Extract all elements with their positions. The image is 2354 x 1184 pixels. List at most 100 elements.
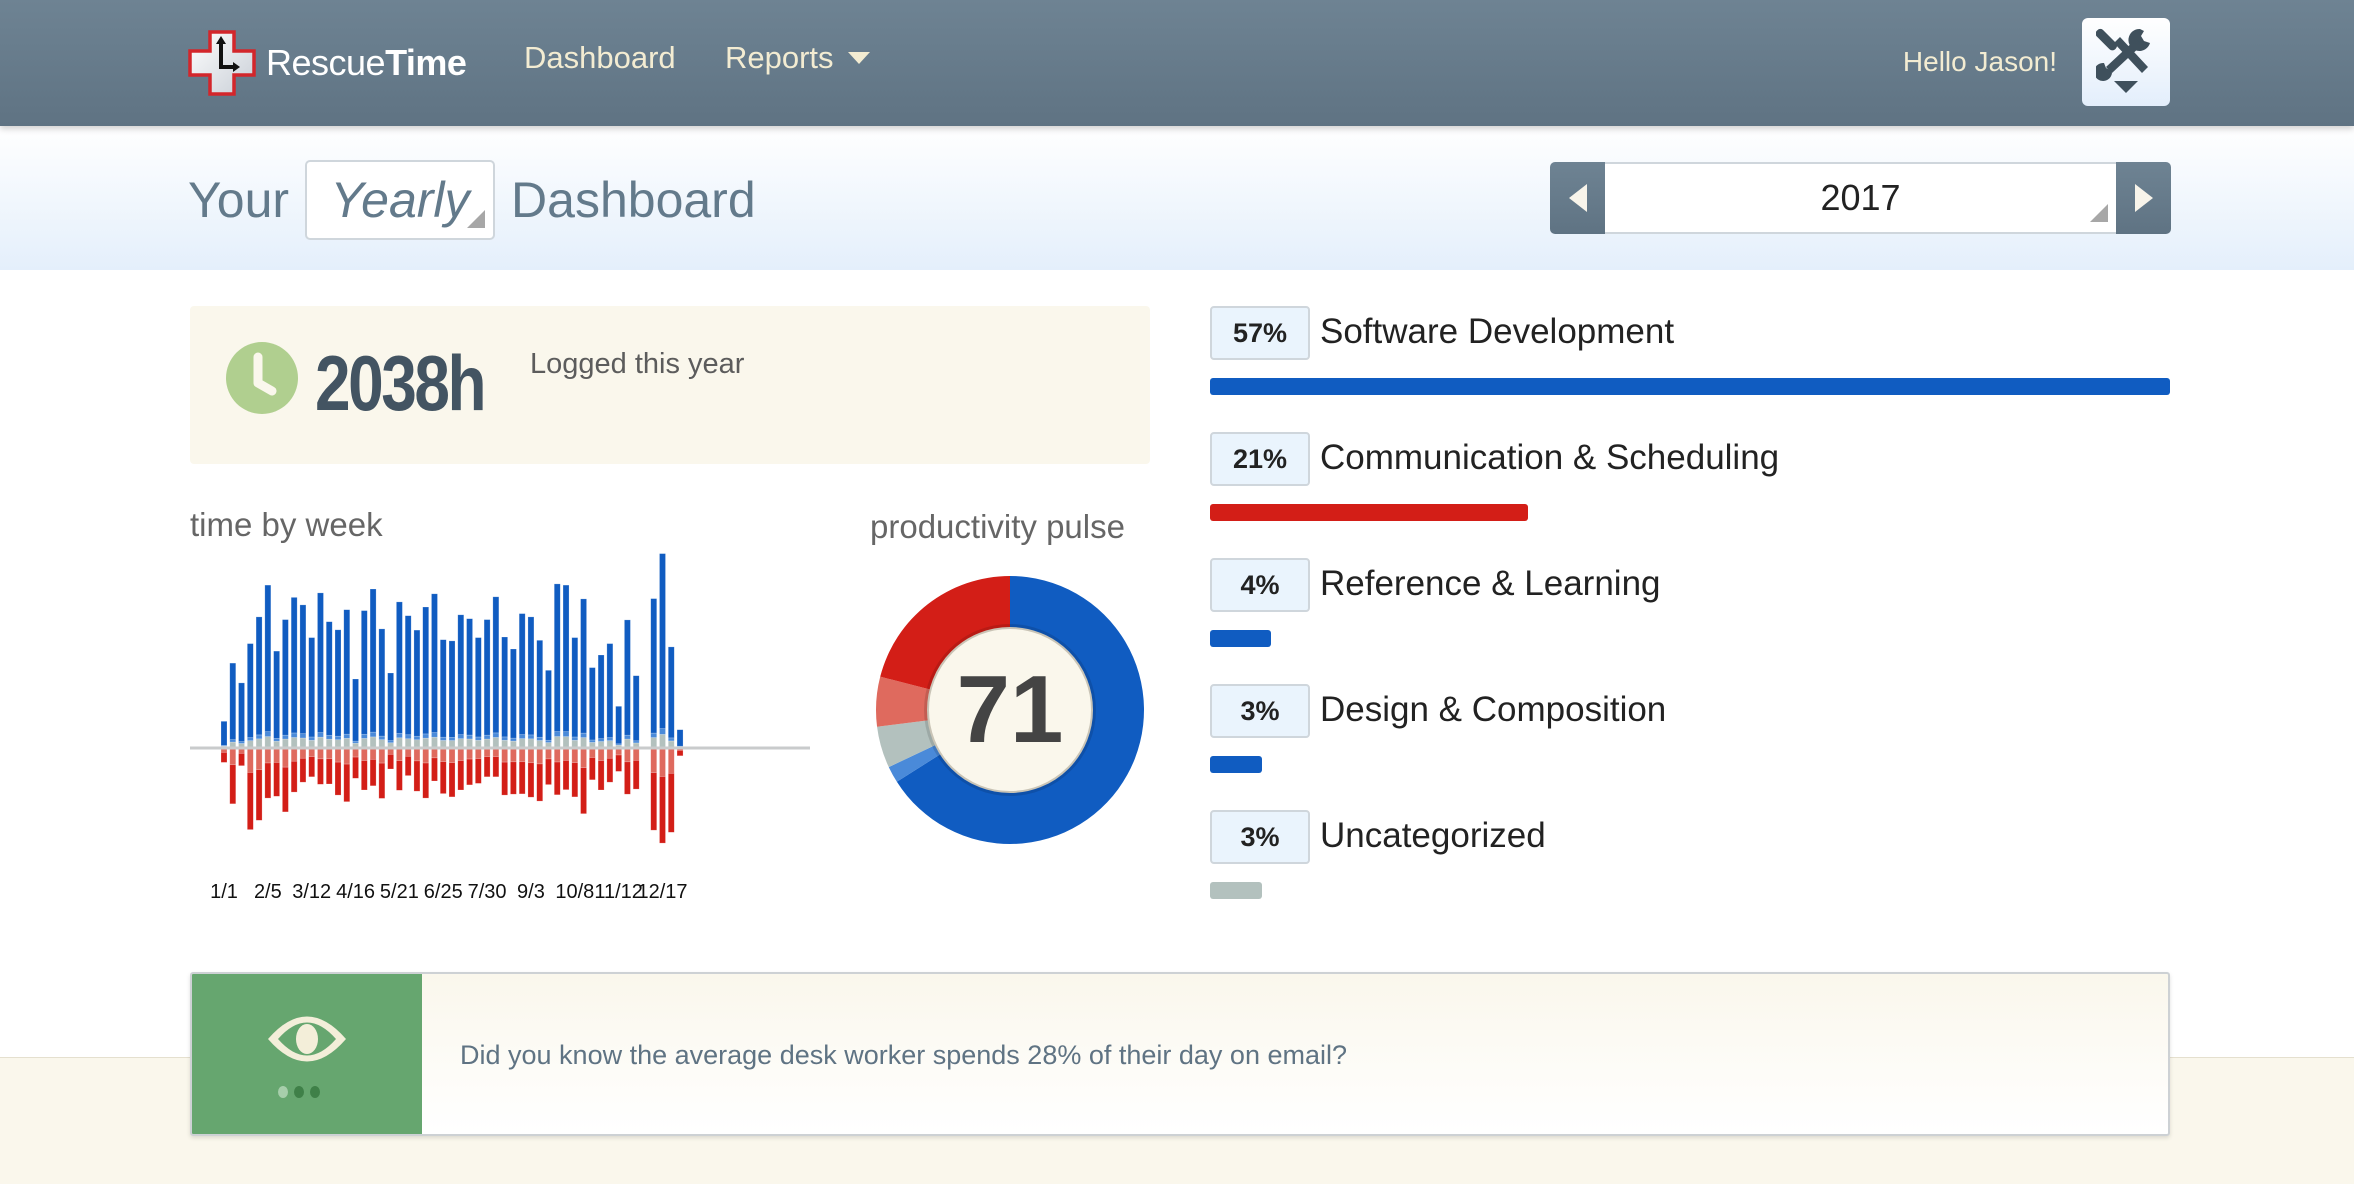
week-bar-very-distracting[interactable]	[255, 769, 263, 821]
week-bar-distracting[interactable]	[290, 747, 298, 762]
week-bar-very-productive[interactable]	[589, 667, 596, 741]
week-bar-very-distracting[interactable]	[615, 754, 622, 772]
week-bar-very-productive[interactable]	[255, 616, 263, 736]
week-bar-very-distracting[interactable]	[597, 760, 605, 791]
week-bar-very-distracting[interactable]	[562, 760, 570, 790]
week-bar-very-distracting[interactable]	[334, 761, 342, 796]
week-bar-neutral[interactable]	[580, 737, 587, 749]
week-bar-very-productive[interactable]	[387, 672, 394, 741]
week-bar-productive[interactable]	[299, 733, 307, 739]
week-bar-productive[interactable]	[527, 734, 535, 740]
week-bar-neutral[interactable]	[553, 736, 561, 749]
week-bar-very-productive[interactable]	[413, 629, 421, 737]
next-year-button[interactable]	[2116, 162, 2171, 234]
week-bar-very-productive[interactable]	[510, 648, 517, 739]
week-bar-very-productive[interactable]	[632, 675, 640, 742]
week-bar-very-productive[interactable]	[624, 619, 631, 736]
week-bar-productive[interactable]	[290, 732, 298, 738]
week-bar-very-productive[interactable]	[518, 613, 526, 735]
week-bar-very-distracting[interactable]	[448, 762, 456, 798]
week-bar-very-distracting[interactable]	[667, 772, 675, 833]
category-name-link[interactable]: Design & Composition	[1320, 690, 1666, 730]
week-bar-very-productive[interactable]	[325, 621, 333, 736]
week-bar-very-distracting[interactable]	[457, 760, 465, 791]
week-bar-distracting[interactable]	[343, 747, 351, 765]
week-bar-distracting[interactable]	[580, 747, 587, 769]
week-bar-very-productive[interactable]	[650, 598, 658, 734]
week-bar-productive[interactable]	[466, 734, 473, 740]
week-bar-productive[interactable]	[518, 734, 526, 739]
week-bar-very-productive[interactable]	[571, 637, 579, 738]
week-bar-distracting[interactable]	[317, 747, 324, 760]
week-bar-very-productive[interactable]	[264, 584, 272, 733]
week-bar-very-distracting[interactable]	[264, 762, 272, 799]
week-bar-very-productive[interactable]	[247, 643, 254, 738]
week-bar-very-productive[interactable]	[475, 637, 482, 738]
week-bar-very-distracting[interactable]	[580, 767, 587, 815]
week-bar-neutral[interactable]	[299, 737, 307, 749]
week-bar-distracting[interactable]	[255, 747, 263, 770]
week-bar-productive[interactable]	[247, 737, 254, 741]
week-bar-very-distracting[interactable]	[238, 753, 245, 766]
category-row[interactable]: 3% Uncategorized	[1210, 810, 2170, 936]
week-bar-productive[interactable]	[317, 732, 324, 738]
week-bar-distracting[interactable]	[457, 747, 465, 761]
week-bar-very-distracting[interactable]	[466, 758, 473, 786]
week-bar-neutral[interactable]	[317, 736, 324, 749]
week-bar-productive[interactable]	[334, 735, 342, 741]
week-bar-very-distracting[interactable]	[545, 758, 552, 785]
week-bar-very-productive[interactable]	[229, 662, 237, 740]
week-bar-very-productive[interactable]	[282, 619, 289, 736]
week-bar-very-productive[interactable]	[439, 639, 447, 738]
tip-page-dot[interactable]	[278, 1086, 288, 1098]
week-bar-very-distracting[interactable]	[247, 772, 254, 830]
week-bar-neutral[interactable]	[650, 737, 658, 749]
week-bar-very-productive[interactable]	[273, 650, 280, 739]
week-bar-very-distracting[interactable]	[325, 758, 333, 785]
week-bar-productive[interactable]	[624, 734, 631, 740]
week-bar-very-distracting[interactable]	[404, 755, 412, 776]
week-bar-very-distracting[interactable]	[439, 761, 447, 794]
week-bar-productive[interactable]	[431, 732, 438, 738]
week-bar-very-distracting[interactable]	[483, 756, 491, 778]
week-bar-distracting[interactable]	[632, 747, 640, 761]
week-bar-distracting[interactable]	[571, 747, 579, 763]
category-name-link[interactable]: Reference & Learning	[1320, 564, 1661, 604]
week-bar-very-distracting[interactable]	[387, 754, 394, 770]
week-bar-very-distracting[interactable]	[282, 766, 289, 813]
week-bar-very-distracting[interactable]	[308, 756, 315, 778]
week-bar-productive[interactable]	[264, 731, 272, 737]
week-bar-distracting[interactable]	[439, 747, 447, 762]
week-bar-very-productive[interactable]	[597, 654, 605, 739]
week-bar-very-distracting[interactable]	[378, 762, 386, 799]
week-bar-very-productive[interactable]	[501, 636, 508, 738]
week-bar-distracting[interactable]	[299, 747, 307, 759]
settings-button[interactable]	[2082, 18, 2170, 106]
week-bar-neutral[interactable]	[431, 736, 438, 749]
tip-page-dot[interactable]	[310, 1086, 320, 1098]
week-bar-very-productive[interactable]	[457, 614, 465, 735]
week-bar-very-distracting[interactable]	[343, 763, 351, 803]
week-bar-neutral[interactable]	[562, 736, 570, 749]
week-bar-distracting[interactable]	[536, 747, 544, 765]
previous-year-button[interactable]	[1550, 162, 1605, 234]
week-bar-distracting[interactable]	[422, 747, 430, 764]
week-bar-distracting[interactable]	[448, 747, 456, 763]
week-bar-very-productive[interactable]	[606, 643, 614, 738]
week-bar-distracting[interactable]	[247, 747, 254, 773]
week-bar-productive[interactable]	[387, 740, 394, 744]
week-bar-very-distracting[interactable]	[624, 761, 631, 795]
week-bar-productive[interactable]	[571, 736, 579, 741]
week-bar-productive[interactable]	[439, 736, 447, 741]
week-bar-very-productive[interactable]	[580, 598, 587, 734]
week-bar-very-distracting[interactable]	[361, 760, 368, 791]
week-bar-productive[interactable]	[553, 731, 561, 737]
week-bar-very-productive[interactable]	[299, 604, 307, 734]
week-bar-distracting[interactable]	[264, 747, 272, 764]
week-bar-productive[interactable]	[589, 739, 596, 743]
nav-dashboard[interactable]: Dashboard	[524, 40, 676, 76]
week-bar-very-productive[interactable]	[492, 596, 500, 734]
week-bar-productive[interactable]	[255, 734, 263, 740]
category-name-link[interactable]: Uncategorized	[1320, 816, 1546, 856]
week-bar-productive[interactable]	[580, 732, 587, 738]
